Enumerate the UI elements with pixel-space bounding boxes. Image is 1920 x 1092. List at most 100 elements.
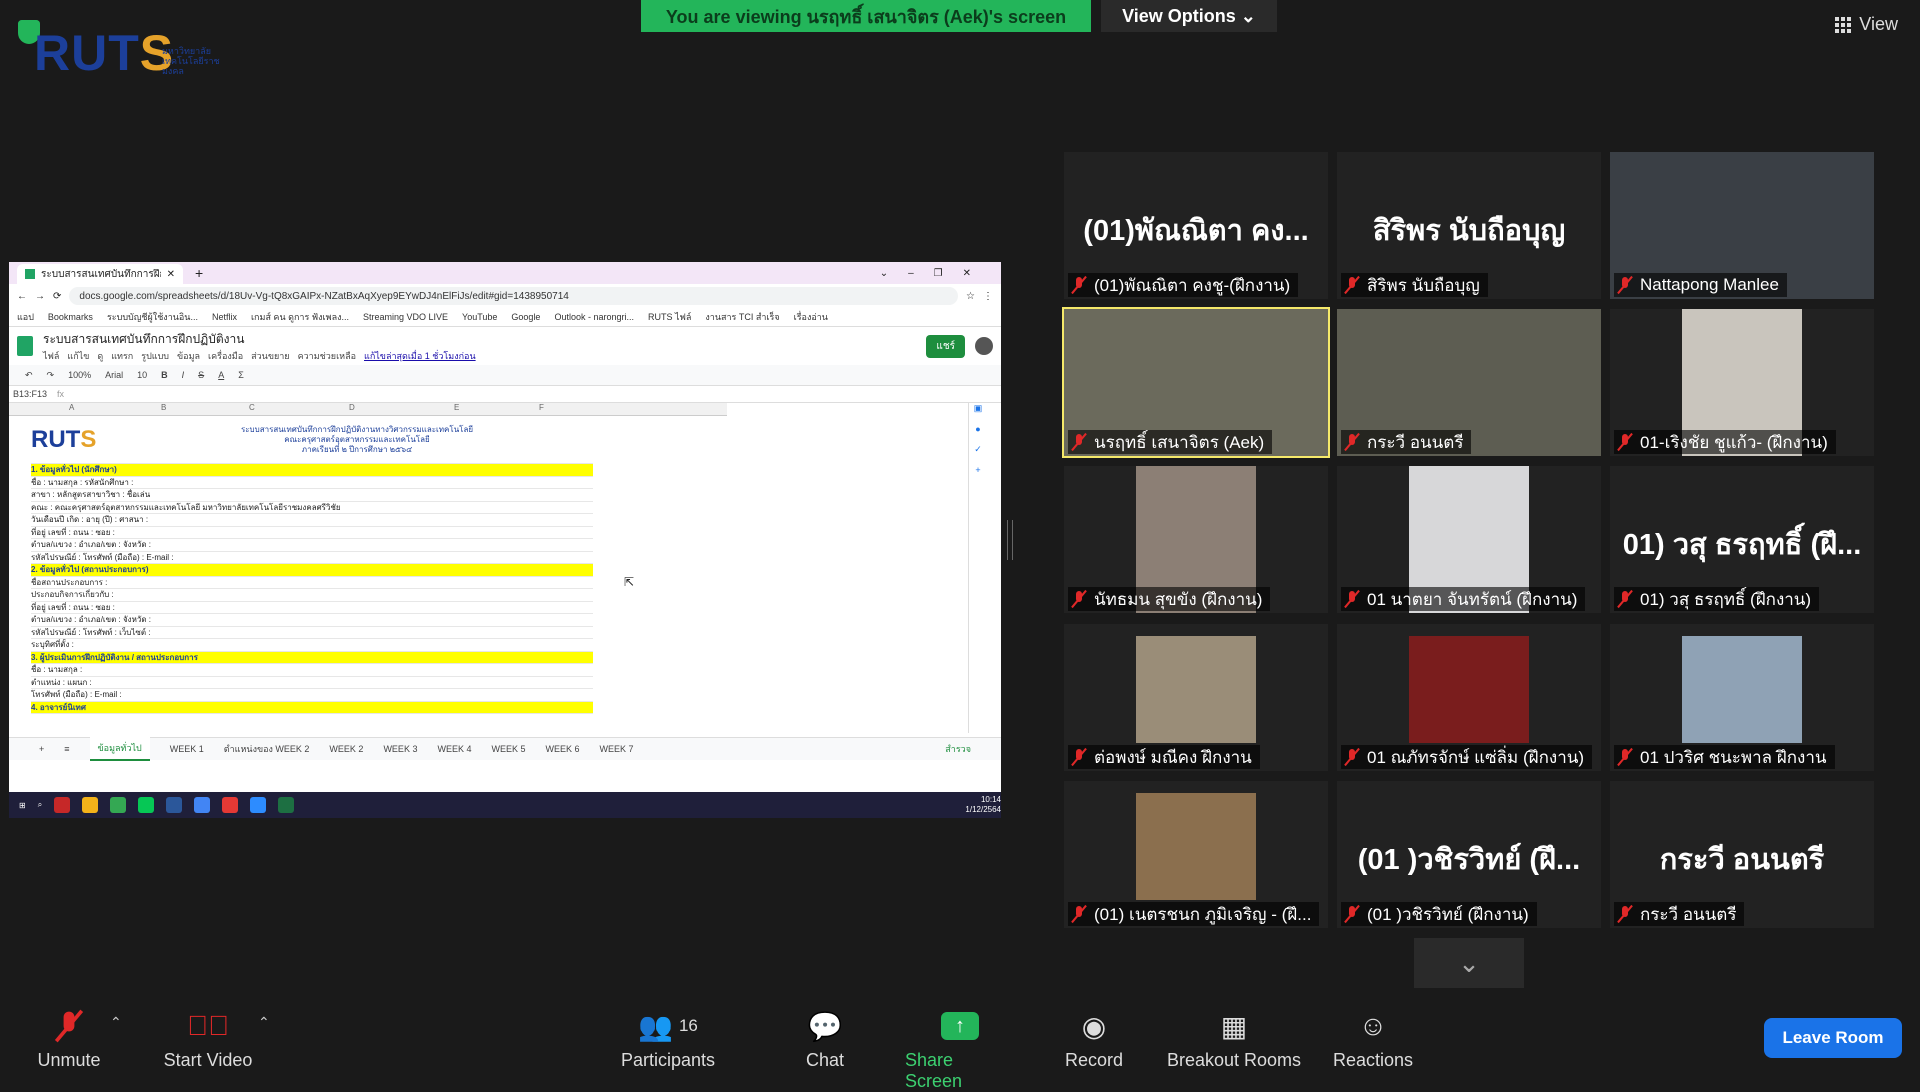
- account-avatar[interactable]: [975, 337, 993, 355]
- excel-icon[interactable]: [278, 797, 295, 813]
- bookmark-item[interactable]: เกมส์ คน ดูการ ฟังเพลง...: [251, 310, 349, 324]
- menu-item[interactable]: รูปแบบ: [141, 349, 169, 363]
- strikethrough-icon[interactable]: S: [198, 370, 204, 380]
- word-icon[interactable]: [166, 797, 183, 813]
- bookmark-item[interactable]: แอป: [17, 310, 34, 324]
- column-header[interactable]: C: [249, 403, 255, 412]
- bookmark-item[interactable]: ระบบบัญชีผู้ใช้งานอิน...: [107, 310, 198, 324]
- bold-icon[interactable]: B: [161, 370, 168, 380]
- participant-tile[interactable]: สิริพร นับถือบุญ สิริพร นับถือบุญ: [1337, 152, 1601, 299]
- zoom-select[interactable]: 100%: [68, 370, 91, 380]
- add-sheet-icon[interactable]: +: [39, 744, 44, 754]
- sheet-row[interactable]: 3. ผู้ประเมินการฝึกปฏิบัติงาน / สถานประก…: [31, 651, 593, 664]
- windows-start-icon[interactable]: ⊞: [19, 801, 26, 810]
- breakout-rooms-button[interactable]: ▦ Breakout Rooms: [1164, 1008, 1304, 1071]
- doc-title[interactable]: ระบบสารสนเทศบันทึกการฝึกปฏิบัติงาน: [43, 330, 476, 349]
- sheet-row[interactable]: ชื่อ : นามสกุล :: [31, 664, 593, 677]
- menu-item[interactable]: ส่วนขยาย: [251, 349, 289, 363]
- sheet-row[interactable]: ระบุทิศที่ตั้ง :: [31, 639, 593, 652]
- sheet-row[interactable]: 2. ข้อมูลทั่วไป (สถานประกอบการ): [31, 564, 593, 577]
- browser-tab[interactable]: ระบบสารสนเทศบันทึกการฝึกปฏิบัติงาน ✕: [17, 264, 183, 284]
- sheet-row[interactable]: ตำบล/แขวง : อำเภอ/เขต : จังหวัด :: [31, 539, 593, 552]
- star-icon[interactable]: ☆: [966, 291, 975, 302]
- sheet-row[interactable]: คณะ : คณะครุศาสตร์อุตสาหกรรมและเทคโนโลยี…: [31, 502, 593, 514]
- cell-reference[interactable]: B13:F13: [13, 389, 47, 399]
- participant-tile[interactable]: กระวี อนนตรี: [1337, 309, 1601, 456]
- video-options-caret[interactable]: ⌃: [258, 1014, 270, 1031]
- participant-tile[interactable]: (01)พัณณิตา คง... (01)พัณณิตา คงชู-(ฝึกงา…: [1064, 152, 1328, 299]
- sheet-row[interactable]: สาขา : หลักสูตรสาขาวิชา : ชื่อเล่น: [31, 489, 593, 502]
- participant-tile[interactable]: (01) เนตรชนก ภูมิเจริญ - (ฝึ...: [1064, 781, 1328, 928]
- bookmark-item[interactable]: งานสาร TCI สำเร็จ: [705, 310, 779, 324]
- participant-tile[interactable]: (01 )วชิรวิทย์ (ฝึ... (01 )วชิรวิทย์ (ฝึก…: [1337, 781, 1601, 928]
- sheet-row[interactable]: ตำบล/แขวง : อำเภอ/เขต : จังหวัด :: [31, 614, 593, 627]
- undo-icon[interactable]: ↶: [25, 370, 33, 381]
- sheet-tab[interactable]: WEEK 5: [491, 744, 525, 754]
- sheet-row[interactable]: ชื่อสถานประกอบการ :: [31, 577, 593, 589]
- sheet-tab[interactable]: ตำแหน่งของ WEEK 2: [224, 742, 310, 756]
- reload-icon[interactable]: ⟳: [53, 291, 61, 302]
- participant-tile[interactable]: ต่อพงษ์ มณีคง ฝึกงาน: [1064, 624, 1328, 771]
- participant-tile[interactable]: 01) วสุ ธรฤทธิ์ (ฝึ... 01) วสุ ธรฤทธิ์ (ฝ…: [1610, 466, 1874, 613]
- bookmark-item[interactable]: RUTS ไฟล์: [648, 310, 691, 324]
- menu-item[interactable]: แทรก: [111, 349, 133, 363]
- participant-tile[interactable]: กระวี อนนตรี กระวี อนนตรี: [1610, 781, 1874, 928]
- sheet-row[interactable]: รหัสไปรษณีย์ : โทรศัพท์ (มือถือ) : E-mai…: [31, 552, 593, 564]
- sheet-tab[interactable]: WEEK 3: [383, 744, 417, 754]
- sheet-tab[interactable]: WEEK 2: [329, 744, 363, 754]
- sheets-logo-icon[interactable]: [17, 336, 33, 356]
- resize-splitter[interactable]: [1007, 520, 1013, 560]
- forward-icon[interactable]: →: [35, 291, 45, 302]
- font-size-select[interactable]: 10: [137, 370, 147, 380]
- last-edit-link[interactable]: แก้ไขล่าสุดเมื่อ 1 ชั่วโมงก่อน: [364, 349, 476, 363]
- side-panel[interactable]: ▣ ● ✓ +: [968, 403, 987, 733]
- system-clock[interactable]: 10:14 1/12/2564: [965, 795, 1001, 815]
- participant-tile[interactable]: 01-เริงชัย ชูแก้ว- (ฝึกงาน): [1610, 309, 1874, 456]
- redo-icon[interactable]: ↷: [47, 370, 55, 381]
- shared-screen[interactable]: ระบบสารสนเทศบันทึกการฝึกปฏิบัติงาน ✕ + ⌄…: [9, 262, 1001, 818]
- sheet-row[interactable]: ชื่อ : นามสกุล : รหัสนักศึกษา :: [31, 477, 593, 489]
- participant-tile[interactable]: 01 ปวริศ ชนะพาล ฝึกงาน: [1610, 624, 1874, 771]
- close-tab-icon[interactable]: ✕: [167, 269, 175, 280]
- all-sheets-icon[interactable]: ≡: [64, 744, 69, 754]
- text-color-icon[interactable]: A: [218, 370, 224, 380]
- view-options-button[interactable]: View Options ⌄: [1101, 0, 1277, 32]
- menu-item[interactable]: เครื่องมือ: [208, 349, 243, 363]
- spreadsheet-grid[interactable]: A B C D E F RUTS ระบบสารสนเทศบันทึกการฝึ…: [9, 403, 1001, 737]
- sheet-tab[interactable]: WEEK 7: [600, 744, 634, 754]
- start-video-button[interactable]: ▭⃠ Start Video: [160, 1008, 256, 1071]
- leave-room-button[interactable]: Leave Room: [1764, 1018, 1902, 1058]
- reactions-button[interactable]: ☺ Reactions: [1333, 1008, 1413, 1071]
- sheet-row[interactable]: วันเดือนปี เกิด : อายุ (ปี) : ศาสนา :: [31, 514, 593, 527]
- sheet-row[interactable]: รหัสไปรษณีย์ : โทรศัพท์ : เว็บไซต์ :: [31, 627, 593, 639]
- sheet-tab[interactable]: WEEK 6: [545, 744, 579, 754]
- back-icon[interactable]: ←: [17, 291, 27, 302]
- italic-icon[interactable]: I: [182, 370, 185, 380]
- participant-tile[interactable]: 01 นาตยา จันทรัตน์ (ฝึกงาน): [1337, 466, 1601, 613]
- bookmark-item[interactable]: YouTube: [462, 312, 497, 322]
- share-screen-button[interactable]: ↑ Share Screen: [905, 1008, 1015, 1092]
- record-button[interactable]: ◉ Record: [1064, 1008, 1124, 1071]
- sheet-tab[interactable]: WEEK 4: [437, 744, 471, 754]
- pdf-icon[interactable]: [222, 797, 239, 813]
- file-explorer-icon[interactable]: [82, 797, 99, 813]
- sum-icon[interactable]: Σ: [238, 370, 244, 380]
- bookmark-item[interactable]: เรื่องอ่าน: [794, 310, 828, 324]
- browser-menu-icon[interactable]: ⋮: [983, 291, 993, 302]
- audio-options-caret[interactable]: ⌃: [110, 1014, 122, 1031]
- more-participants-button[interactable]: ⌄: [1414, 938, 1524, 988]
- url-field[interactable]: docs.google.com/spreadsheets/d/18Uv-Vg-t…: [69, 287, 959, 305]
- menu-item[interactable]: ความช่วยเหลือ: [298, 349, 356, 363]
- sheet-row[interactable]: ประกอบกิจการเกี่ยวกับ :: [31, 589, 593, 602]
- chrome-icon[interactable]: [194, 797, 211, 813]
- participants-button[interactable]: 👥 16 Participants: [618, 1008, 718, 1071]
- chrome-icon[interactable]: [110, 797, 127, 813]
- sheet-row[interactable]: 1. ข้อมูลทั่วไป (นักศึกษา): [31, 464, 593, 477]
- sheet-tab[interactable]: ข้อมูลทั่วไป: [89, 737, 150, 761]
- bookmark-item[interactable]: Streaming VDO LIVE: [363, 312, 448, 322]
- sheet-row[interactable]: โทรศัพท์ (มือถือ) : E-mail :: [31, 689, 593, 702]
- sheet-row[interactable]: ที่อยู่ เลขที่ : ถนน : ซอย :: [31, 527, 593, 539]
- taskbar-app-icon[interactable]: [54, 797, 71, 813]
- participant-tile[interactable]: 01 ณภัทรจักษ์ แซ่ลิ่ม (ฝึกงาน): [1337, 624, 1601, 771]
- chat-button[interactable]: 💬 Chat: [805, 1008, 845, 1071]
